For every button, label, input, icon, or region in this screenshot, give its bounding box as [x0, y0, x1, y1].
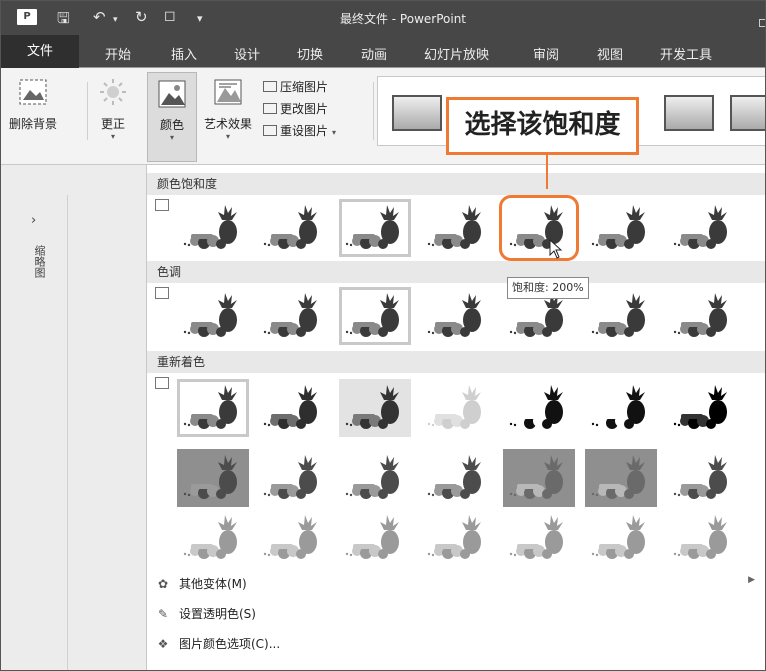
chevron-down-icon: ▾	[169, 133, 174, 142]
tone-section-header: 色调	[147, 261, 765, 283]
sun-icon	[100, 79, 126, 105]
color-option-thumbnail[interactable]	[503, 449, 575, 507]
color-option-thumbnail[interactable]	[339, 199, 411, 257]
picture-tools-ribbon: 删除背景 更正 ▾ 颜色 ▾ 艺术效果 ▾ 压缩图片 更改图片 重设图片 ▾	[1, 68, 765, 165]
thumbnails-label: 缩略图	[33, 245, 46, 278]
color-option-thumbnail[interactable]	[667, 287, 739, 345]
color-option-thumbnail[interactable]	[339, 379, 411, 437]
color-option-thumbnail[interactable]	[177, 199, 249, 257]
saturation-tooltip: 饱和度: 200%	[507, 277, 589, 299]
picture-style-5[interactable]	[730, 95, 765, 131]
color-option-thumbnail[interactable]	[257, 509, 329, 567]
tab-slideshow[interactable]: 幻灯片放映	[424, 44, 489, 63]
artistic-effects-icon	[214, 79, 242, 105]
color-option-thumbnail[interactable]	[257, 199, 329, 257]
picture-style-4[interactable]	[664, 95, 714, 131]
recolor-section-header: 重新着色	[147, 351, 765, 373]
tab-developer[interactable]: 开发工具	[660, 44, 712, 63]
color-option-thumbnail[interactable]	[177, 379, 249, 437]
color-option-thumbnail[interactable]	[421, 199, 493, 257]
submenu-arrow-icon: ▶	[748, 575, 755, 585]
window-title: 最终文件 - PowerPoint	[339, 12, 467, 26]
change-picture-button[interactable]: 更改图片	[263, 100, 328, 117]
compress-icon	[263, 81, 277, 92]
color-picture-icon	[158, 80, 186, 108]
color-option-thumbnail[interactable]	[421, 509, 493, 567]
corrections-button[interactable]: 更正 ▾	[91, 78, 135, 141]
color-option-thumbnail[interactable]	[339, 287, 411, 345]
more-variants-menu-item[interactable]: ✿ 其他变体(M)	[155, 575, 247, 592]
remove-background-icon	[19, 79, 47, 105]
picture-color-options-menu-item[interactable]: ❖ 图片颜色选项(C)...	[155, 635, 281, 652]
title-bar: P 🖫 ↶ ▾ ↻ ◻ ▾ 最终文件 - PowerPoint	[1, 1, 765, 35]
color-option-thumbnail[interactable]	[503, 379, 575, 437]
color-option-thumbnail[interactable]	[177, 509, 249, 567]
picture-style-1[interactable]	[392, 95, 442, 131]
color-option-thumbnail[interactable]	[421, 287, 493, 345]
color-option-thumbnail[interactable]	[585, 449, 657, 507]
color-option-thumbnail[interactable]	[585, 199, 657, 257]
color-option-thumbnail[interactable]	[257, 287, 329, 345]
chevron-down-icon: ▾	[110, 132, 115, 141]
color-option-thumbnail[interactable]	[339, 449, 411, 507]
color-option-thumbnail[interactable]	[177, 287, 249, 345]
color-options-icon: ❖	[157, 637, 169, 651]
color-option-thumbnail[interactable]	[421, 379, 493, 437]
window-edge-glyph	[759, 19, 765, 27]
change-picture-icon	[263, 103, 277, 114]
remove-background-button[interactable]: 删除背景	[5, 78, 61, 132]
thumbnail-pane: › 缩略图	[1, 165, 146, 670]
tab-design[interactable]: 设计	[234, 44, 260, 63]
instruction-callout: 选择该饱和度	[446, 97, 639, 155]
ribbon-tab-bar: 文件 开始 插入 设计 切换 动画 幻灯片放映 审阅 视图 开发工具	[1, 35, 765, 68]
chevron-down-icon: ▾	[225, 132, 230, 141]
tab-review[interactable]: 审阅	[533, 44, 559, 63]
mouse-cursor-icon	[549, 239, 563, 259]
color-option-thumbnail[interactable]	[257, 449, 329, 507]
color-option-thumbnail[interactable]	[667, 199, 739, 257]
eyedropper-icon: ✎	[157, 607, 169, 621]
tab-transitions[interactable]: 切换	[297, 44, 323, 63]
color-option-thumbnail[interactable]	[421, 449, 493, 507]
recolor-icon	[155, 377, 169, 389]
tab-view[interactable]: 视图	[597, 44, 623, 63]
expand-thumbnails-icon[interactable]: ›	[31, 213, 36, 228]
color-option-thumbnail[interactable]	[585, 379, 657, 437]
saturation-section-header: 颜色饱和度	[147, 173, 765, 195]
color-button[interactable]: 颜色 ▾	[147, 72, 197, 162]
color-option-thumbnail[interactable]	[503, 509, 575, 567]
palette-icon: ✿	[157, 577, 169, 591]
tone-icon	[155, 287, 169, 299]
color-option-thumbnail[interactable]	[667, 509, 739, 567]
color-dropdown-gallery: 颜色饱和度 色调 重新着色 ✿ 其他变体(M) ▶ ✎ 设置透明色(S) ❖ 图片颜色…	[146, 165, 765, 670]
color-option-thumbnail[interactable]	[257, 379, 329, 437]
artistic-effects-button[interactable]: 艺术效果 ▾	[197, 78, 259, 141]
color-option-thumbnail[interactable]	[585, 287, 657, 345]
reset-picture-icon	[263, 125, 277, 136]
color-option-thumbnail[interactable]	[339, 509, 411, 567]
saturation-icon	[155, 199, 169, 211]
tab-home[interactable]: 开始	[105, 44, 131, 63]
reset-picture-button[interactable]: 重设图片 ▾	[263, 122, 336, 139]
tab-animations[interactable]: 动画	[361, 44, 387, 63]
tab-file[interactable]: 文件	[1, 35, 79, 68]
set-transparent-color-menu-item[interactable]: ✎ 设置透明色(S)	[155, 605, 256, 622]
color-option-thumbnail[interactable]	[667, 379, 739, 437]
color-option-thumbnail[interactable]	[177, 449, 249, 507]
chevron-down-icon: ▾	[332, 128, 337, 137]
compress-pictures-button[interactable]: 压缩图片	[263, 78, 328, 95]
callout-connector	[546, 155, 548, 189]
color-option-thumbnail[interactable]	[585, 509, 657, 567]
color-option-thumbnail[interactable]	[499, 195, 579, 261]
powerpoint-window: P 🖫 ↶ ▾ ↻ ◻ ▾ 最终文件 - PowerPoint 文件 开始 插入…	[0, 0, 766, 671]
color-option-thumbnail[interactable]	[667, 449, 739, 507]
tab-insert[interactable]: 插入	[171, 44, 197, 63]
